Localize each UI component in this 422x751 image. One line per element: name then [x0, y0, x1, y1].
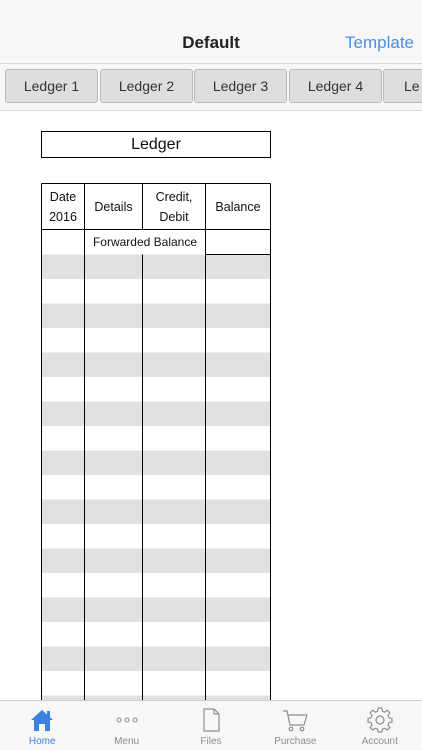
- column-header-credit-debit: Credit, Debit: [155, 189, 193, 224]
- more-dots-icon: [116, 717, 138, 723]
- row-stripe: [41, 401, 271, 426]
- ledger-grid: [41, 183, 271, 700]
- tabbar-item-purchase[interactable]: Purchase: [253, 701, 337, 751]
- row-stripe: [41, 646, 271, 671]
- row-stripe: [41, 352, 271, 377]
- row-stripe: [41, 450, 271, 475]
- tabbar-label-purchase: Purchase: [274, 736, 317, 747]
- tab-ledger-1[interactable]: Ledger 1: [5, 69, 98, 103]
- gear-icon: [367, 707, 393, 733]
- ledger-tabs-bar[interactable]: Ledger 1 Ledger 2 Ledger 3 Ledger 4 Le: [0, 64, 422, 111]
- row-stripe: [41, 254, 271, 279]
- tabbar-item-account[interactable]: Account: [338, 701, 422, 751]
- row-stripes: [41, 254, 271, 700]
- bottom-tab-bar: Home Menu Files Purchase Account: [0, 700, 422, 750]
- tab-ledger-4[interactable]: Ledger 4: [289, 69, 382, 103]
- tabbar-label-menu: Menu: [114, 736, 140, 747]
- tab-ledger-3[interactable]: Ledger 3: [194, 69, 287, 103]
- row-stripe: [41, 597, 271, 622]
- tabbar-item-home[interactable]: Home: [0, 701, 84, 751]
- tabbar-item-files[interactable]: Files: [169, 701, 253, 751]
- tab-ledger-5[interactable]: Le: [383, 69, 422, 103]
- column-header-date: Date 2016: [49, 189, 77, 224]
- tabbar-item-menu[interactable]: Menu: [84, 701, 168, 751]
- tabbar-label-account: Account: [361, 736, 398, 747]
- ledger-title: Ledger: [41, 131, 271, 158]
- row-stripe: [41, 499, 271, 524]
- template-button[interactable]: Template: [345, 33, 414, 53]
- row-stripe: [41, 303, 271, 328]
- file-icon: [203, 708, 220, 732]
- cart-icon: [283, 710, 308, 732]
- column-header-balance: Balance: [215, 199, 261, 214]
- row-stripe: [41, 548, 271, 573]
- grid-lines: [41, 183, 271, 700]
- forwarded-balance-label: Forwarded Balance: [92, 235, 198, 249]
- tabbar-label-files: Files: [200, 736, 222, 747]
- navigation-bar: Default Template: [0, 0, 422, 64]
- home-icon: [31, 710, 54, 731]
- tabbar-label-home: Home: [28, 736, 56, 747]
- column-header-details: Details: [94, 199, 133, 214]
- tab-ledger-2[interactable]: Ledger 2: [100, 69, 193, 103]
